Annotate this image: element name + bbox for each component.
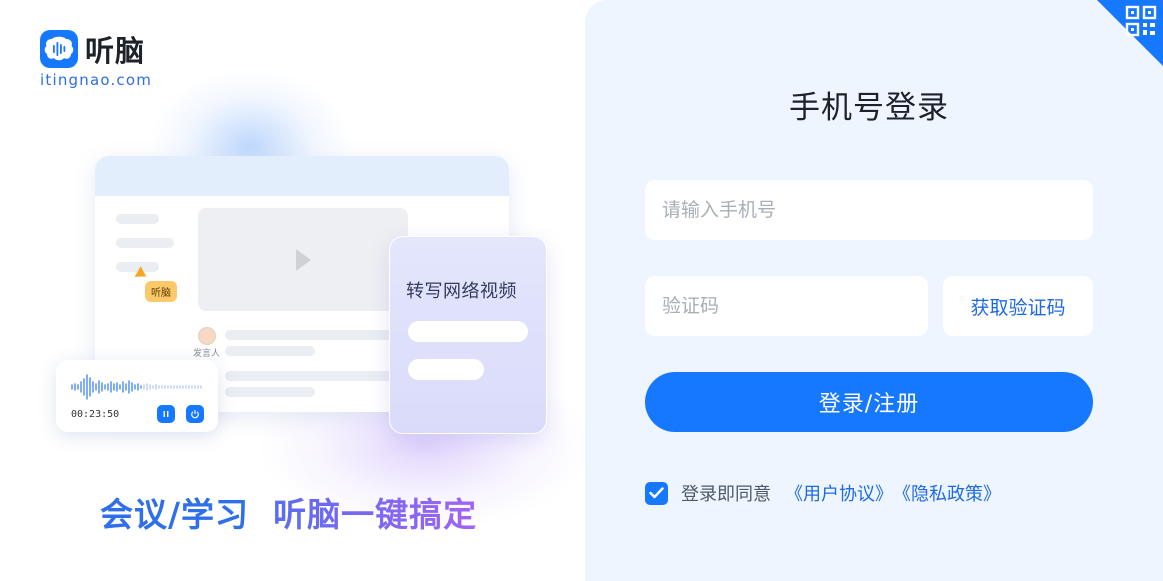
speaker-label: 发言人: [193, 349, 221, 359]
player-time: 00:23:50: [71, 409, 120, 420]
sidebar-line: [116, 238, 174, 248]
transcript-line: [225, 371, 395, 381]
slogan: 会议/学习 听脑一键搞定: [100, 488, 477, 536]
brand-url: itingnao.com: [40, 71, 153, 89]
privacy-policy-link[interactable]: 《隐私政策》: [893, 480, 1001, 506]
transcript-line: [225, 387, 315, 397]
speaker-tag: 听脑: [145, 281, 177, 302]
agree-text: 登录即同意: [681, 484, 771, 505]
user-agreement-link[interactable]: 《用户协议》: [785, 480, 893, 506]
transcribe-card-illustration: 转写网络视频: [389, 236, 547, 434]
transcript-line: [225, 346, 315, 356]
sidebar-line: [116, 214, 159, 224]
login-register-button[interactable]: 登录/注册: [645, 372, 1093, 432]
slogan-part2: 听脑一键搞定: [273, 495, 478, 534]
transcript-line: [225, 330, 395, 340]
card-line: [408, 359, 484, 380]
promo-panel: 听脑 itingnao.com 听脑 发言人 00:23:50 转写网络视频 会…: [0, 0, 590, 581]
check-icon: [649, 487, 664, 499]
code-input[interactable]: [645, 276, 928, 336]
audio-player-illustration: 00:23:50: [56, 360, 218, 432]
card-line: [408, 321, 528, 342]
logo[interactable]: 听脑: [40, 28, 145, 70]
brain-waveform-icon: [40, 30, 78, 68]
slogan-part1: 会议/学习: [100, 495, 250, 534]
waveform-icon: [71, 374, 202, 400]
login-title: 手机号登录: [789, 90, 949, 126]
video-placeholder: [198, 208, 408, 311]
agreement-row: 登录即同意 《用户协议》 《隐私政策》: [645, 480, 1001, 506]
pause-icon: [157, 405, 175, 423]
agree-checkbox[interactable]: [645, 481, 668, 505]
avatar: [198, 327, 216, 345]
login-panel: 手机号登录 获取验证码 登录/注册 登录即同意 《用户协议》《隐私政策》: [585, 0, 1163, 581]
play-icon: [295, 248, 311, 271]
card-title: 转写网络视频: [406, 281, 517, 302]
phone-field[interactable]: [645, 180, 1093, 240]
code-field[interactable]: [645, 276, 928, 336]
brand-name: 听脑: [85, 34, 146, 68]
get-code-button[interactable]: 获取验证码: [943, 276, 1093, 336]
power-icon: [186, 405, 204, 423]
qr-code-icon[interactable]: [1125, 5, 1157, 37]
window-header: [95, 156, 509, 196]
phone-input[interactable]: [645, 180, 1093, 240]
